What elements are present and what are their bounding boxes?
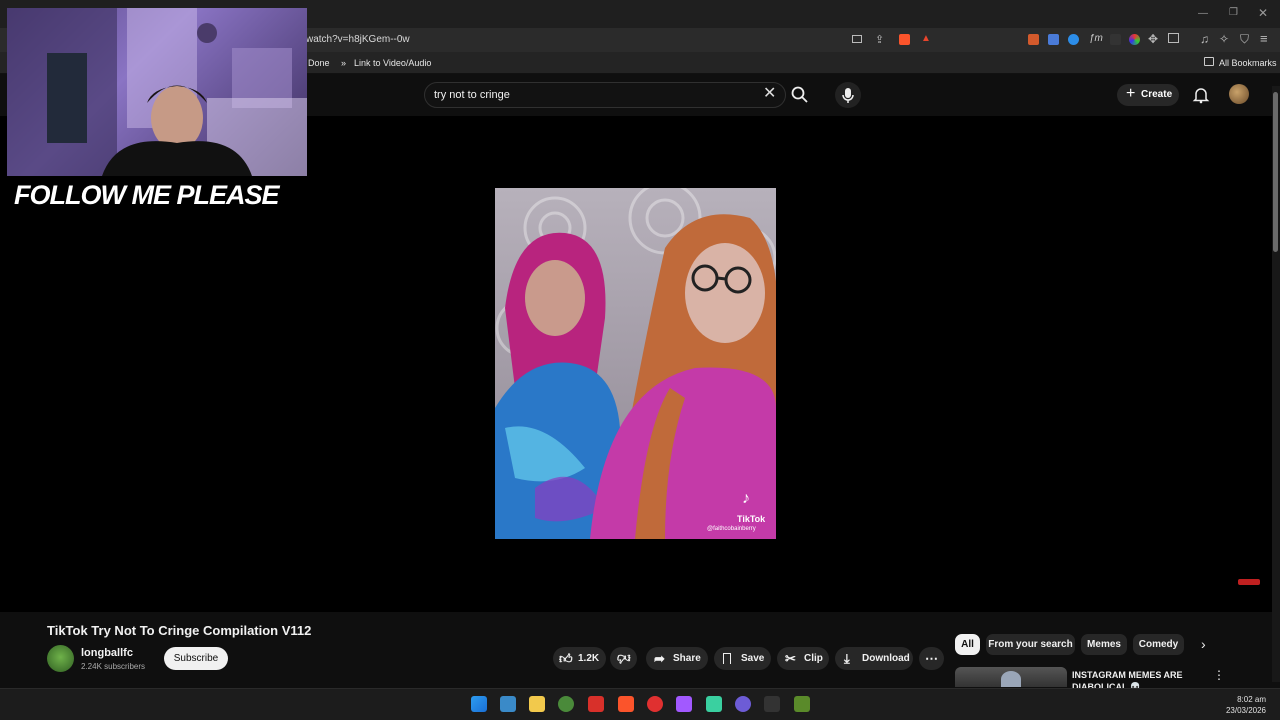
epic-games-icon[interactable] xyxy=(764,696,780,712)
channel-avatar[interactable] xyxy=(47,645,74,672)
app-icon[interactable] xyxy=(706,696,722,712)
like-button[interactable]: 👍︎ 1.2K xyxy=(553,647,606,670)
share-page-icon[interactable]: ⇪ xyxy=(875,33,884,46)
minimize-icon[interactable]: — xyxy=(1198,8,1208,19)
related-video-title[interactable]: INSTAGRAM MEMES ARE DIABOLICAL 💀 xyxy=(1072,669,1207,688)
app-icon[interactable] xyxy=(588,696,604,712)
function-extension-icon[interactable]: ƒт xyxy=(1089,33,1103,44)
download-button[interactable]: ⤓ Download xyxy=(835,647,913,670)
like-count: 1.2K xyxy=(578,653,600,664)
tiktok-logo-icon: ♪ xyxy=(742,490,750,507)
microphone-icon[interactable] xyxy=(835,82,861,108)
subscribe-button[interactable]: Subscribe xyxy=(164,647,228,670)
taskbar-clock[interactable]: 8:02 am 23/03/2026 xyxy=(1222,694,1266,716)
video-frame[interactable]: ♪ TikTok @faithcobainberry xyxy=(495,188,776,539)
vpn-icon[interactable]: ⛉ xyxy=(1240,32,1249,47)
brave-shield-icon[interactable] xyxy=(899,34,910,45)
tiktok-watermark: TikTok xyxy=(737,514,766,524)
bookmark-icon xyxy=(723,653,731,664)
download-label: Download xyxy=(862,653,910,664)
minecraft-icon[interactable] xyxy=(794,696,810,712)
scrollbar-thumb[interactable] xyxy=(1273,92,1278,252)
brave-rewards-icon[interactable]: ▲ xyxy=(921,33,931,44)
bookmark-item[interactable]: Done xyxy=(308,58,330,68)
app-icon[interactable] xyxy=(647,696,663,712)
restore-icon[interactable]: ❐ xyxy=(1229,7,1238,18)
bookmark-item[interactable]: Link to Video/Audio xyxy=(354,58,431,68)
folder-icon xyxy=(1204,57,1214,66)
thumbs-up-icon: 👍︎ xyxy=(559,651,573,666)
chip-all[interactable]: All xyxy=(955,634,980,655)
widgets-icon[interactable] xyxy=(500,696,516,712)
tiktok-handle: @faithcobainberry xyxy=(707,526,756,532)
download-icon: ⤓ xyxy=(844,651,850,666)
thumbs-down-icon: 👍︎ xyxy=(616,651,631,666)
sidebar-icon[interactable] xyxy=(1168,33,1179,43)
clip-label: Clip xyxy=(804,653,823,664)
figma-icon[interactable] xyxy=(676,696,692,712)
puzzle-extensions-icon[interactable]: ✥ xyxy=(1148,32,1158,46)
clock-date: 23/03/2026 xyxy=(1225,706,1266,715)
dislike-button[interactable]: 👍︎ xyxy=(610,647,637,670)
color-picker-extension-icon[interactable] xyxy=(1129,34,1140,45)
cast-icon[interactable] xyxy=(852,35,862,43)
extension-icon[interactable] xyxy=(1028,34,1039,45)
video-title: TikTok Try Not To Cringe Compilation V11… xyxy=(47,623,312,638)
chevron-right-icon[interactable]: › xyxy=(1201,636,1206,652)
subscriber-count: 2.24K subscribers xyxy=(81,662,146,671)
menu-icon[interactable]: ≡ xyxy=(1260,31,1268,46)
create-button[interactable]: + Create xyxy=(1117,84,1179,106)
plus-icon: + xyxy=(1126,85,1136,102)
all-bookmarks-button[interactable]: All Bookmarks xyxy=(1219,58,1277,68)
brave-browser-icon[interactable] xyxy=(618,696,634,712)
webcam-overlay xyxy=(7,8,307,176)
windows-taskbar xyxy=(0,688,1280,720)
share-button[interactable]: ➦ Share xyxy=(646,647,708,670)
translate-extension-icon[interactable] xyxy=(1048,34,1059,45)
extension-icon[interactable] xyxy=(1068,34,1079,45)
music-icon[interactable]: ♫ xyxy=(1200,32,1209,46)
start-menu-icon[interactable] xyxy=(471,696,487,712)
thumbnail-face xyxy=(1001,671,1021,687)
related-thumbnail[interactable] xyxy=(955,667,1067,687)
share-arrow-icon: ➦ xyxy=(654,651,665,666)
search-query[interactable]: try not to cringe xyxy=(434,89,510,101)
url-text[interactable]: watch?v=h8jKGem--0w xyxy=(306,34,410,45)
bookmark-arrow-icon: » xyxy=(341,58,347,68)
save-button[interactable]: Save xyxy=(714,647,771,670)
live-indicator xyxy=(1238,579,1260,585)
chip-from-your-search[interactable]: From your search xyxy=(986,634,1075,655)
extension-icon[interactable] xyxy=(1110,34,1121,45)
user-avatar[interactable] xyxy=(1229,84,1249,104)
more-actions-icon[interactable]: ⋯ xyxy=(919,647,944,670)
related-more-icon[interactable]: ⋮ xyxy=(1213,668,1225,682)
chip-comedy[interactable]: Comedy xyxy=(1133,634,1184,655)
notifications-bell-icon[interactable] xyxy=(1192,86,1210,104)
clock-time: 8:02 am xyxy=(1237,695,1266,704)
search-icon[interactable] xyxy=(790,85,814,105)
chip-memes[interactable]: Memes xyxy=(1081,634,1127,655)
clear-search-icon[interactable]: ✕ xyxy=(763,86,776,102)
save-label: Save xyxy=(741,653,765,664)
share-label: Share xyxy=(673,653,701,664)
channel-name[interactable]: longballfc xyxy=(81,647,133,659)
leo-ai-icon[interactable]: ✧ xyxy=(1219,32,1229,46)
app-icon[interactable] xyxy=(735,696,751,712)
create-label: Create xyxy=(1141,89,1173,100)
scissors-icon: ✂ xyxy=(785,651,796,666)
clip-button[interactable]: ✂ Clip xyxy=(777,647,829,670)
file-explorer-icon[interactable] xyxy=(529,696,545,712)
app-icon[interactable] xyxy=(558,696,574,712)
close-window-icon[interactable]: ✕ xyxy=(1258,6,1268,20)
follow-me-overlay-text: FOLLOW ME PLEASE xyxy=(14,180,279,210)
